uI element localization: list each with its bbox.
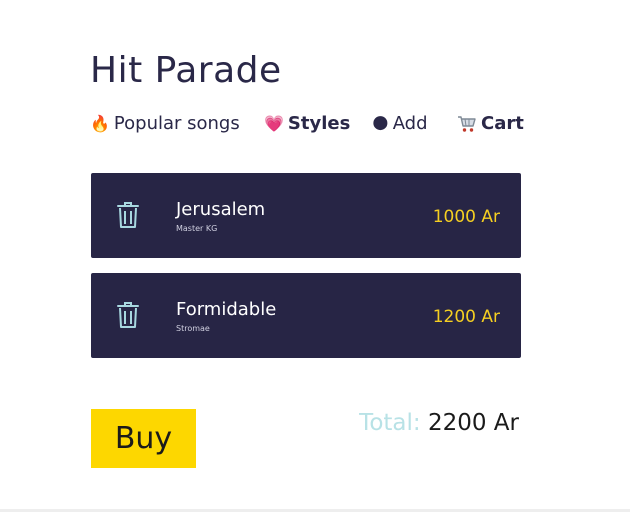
nav-item-label: Styles: [287, 113, 351, 134]
fire-icon: 🔥: [90, 114, 110, 133]
nav-item-add[interactable]: 🌑 Add: [372, 113, 428, 134]
total-label: Total:: [359, 410, 421, 436]
total-value: 2200 Ar: [427, 410, 519, 436]
page-title: Hit Parade: [90, 50, 282, 91]
trash-icon[interactable]: [116, 200, 140, 230]
cart-item: Formidable Stromae 1200 Ar: [91, 273, 521, 358]
song-artist: Master KG: [176, 224, 218, 233]
trash-icon[interactable]: [116, 300, 140, 330]
cart-item: Jerusalem Master KG 1000 Ar: [91, 173, 521, 258]
nav-item-popular-songs[interactable]: 🔥 Popular songs: [90, 113, 240, 134]
song-name: Jerusalem: [176, 199, 266, 220]
heart-icon: 💗: [264, 114, 284, 133]
nav-item-styles[interactable]: 💗 Styles: [264, 113, 350, 134]
nav-item-cart[interactable]: Cart: [457, 113, 524, 134]
nav-item-label: Popular songs: [113, 113, 240, 134]
main-nav: 🔥 Popular songs 💗 Styles 🌑 Add Cart: [90, 113, 524, 139]
song-artist: Stromae: [176, 324, 210, 333]
cart-total: Total: 2200 Ar: [359, 410, 519, 436]
song-name: Formidable: [176, 299, 277, 320]
nav-item-label: Add: [392, 113, 428, 134]
new-moon-icon: 🌑: [372, 114, 389, 133]
nav-item-label: Cart: [481, 113, 524, 134]
song-price: 1200 Ar: [432, 307, 500, 327]
song-price: 1000 Ar: [432, 207, 500, 227]
cart-icon: [457, 115, 477, 133]
buy-button[interactable]: Buy: [91, 409, 196, 468]
